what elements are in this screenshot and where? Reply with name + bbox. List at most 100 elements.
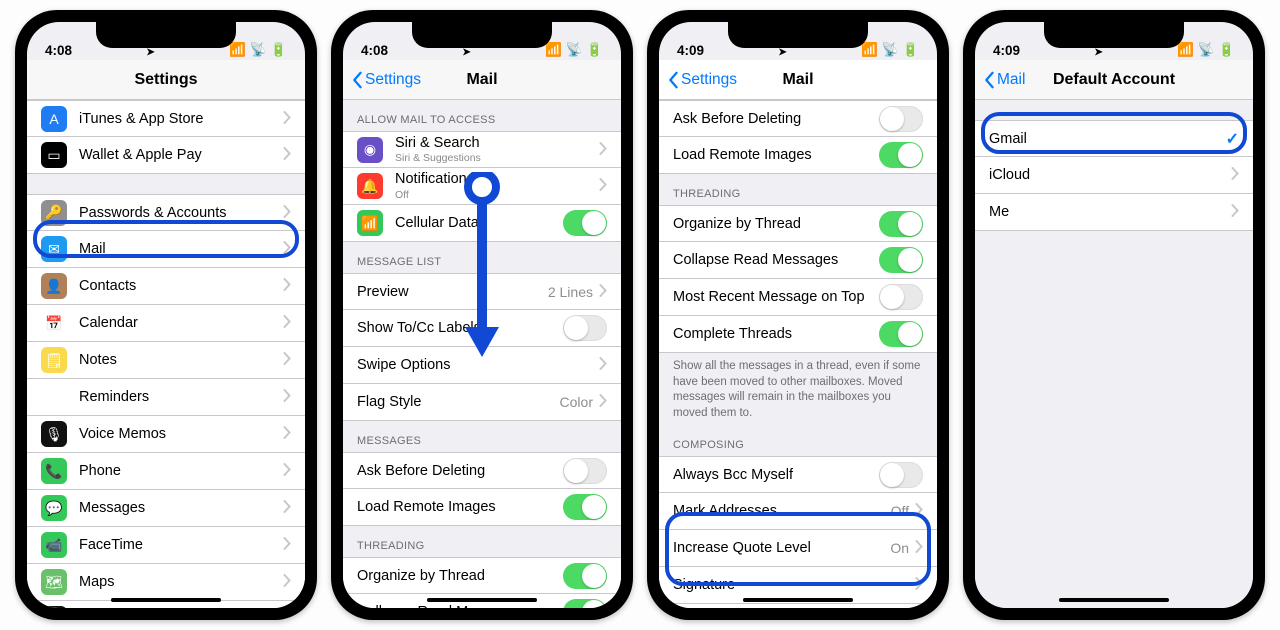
settings-cell[interactable]: Me xyxy=(975,194,1253,231)
settings-cell[interactable]: 🧭Compass xyxy=(27,601,305,608)
settings-cell[interactable]: Complete Threads xyxy=(659,316,937,353)
detail-text: On xyxy=(890,540,909,556)
app-icon: ◉ xyxy=(357,137,383,163)
back-button[interactable]: Settings xyxy=(667,71,737,89)
settings-cell[interactable]: Swipe Options xyxy=(343,347,621,384)
app-icon: 📅 xyxy=(41,310,67,336)
cell-label: Reminders xyxy=(79,389,277,405)
cell-sublabel: Off xyxy=(395,189,593,201)
settings-cell[interactable]: 📞Phone xyxy=(27,453,305,490)
toggle-switch[interactable] xyxy=(879,462,923,488)
settings-cell[interactable]: 📶Cellular Data xyxy=(343,205,621,242)
cell-label: Mark Addresses xyxy=(673,503,891,519)
settings-cell[interactable]: 💬Messages xyxy=(27,490,305,527)
mail-settings-list[interactable]: ALLOW MAIL TO ACCESS◉Siri & SearchSiri &… xyxy=(343,100,621,608)
settings-cell[interactable]: Flag StyleColor xyxy=(343,384,621,421)
home-indicator xyxy=(111,598,221,602)
settings-cell[interactable]: Mark AddressesOff xyxy=(659,493,937,530)
settings-cell[interactable]: 📹FaceTime xyxy=(27,527,305,564)
toggle-switch[interactable] xyxy=(563,315,607,341)
settings-cell[interactable]: Preview2 Lines xyxy=(343,273,621,310)
settings-cell[interactable]: Increase Quote LevelOn xyxy=(659,530,937,567)
settings-cell[interactable]: ✉Mail xyxy=(27,231,305,268)
cell-label: Load Remote Images xyxy=(673,147,879,163)
nav-title: Default Account xyxy=(1053,71,1175,89)
cell-label: Ask Before Deleting xyxy=(673,111,879,127)
settings-cell[interactable]: Load Remote Images xyxy=(343,489,621,526)
group-header: MESSAGE LIST xyxy=(343,242,621,273)
settings-cell[interactable]: 👤 Contacts xyxy=(27,268,305,305)
cell-label: Contacts xyxy=(79,278,277,294)
settings-cell[interactable]: 🗺Maps xyxy=(27,564,305,601)
back-button[interactable]: Settings xyxy=(351,71,421,89)
toggle-switch[interactable] xyxy=(879,321,923,347)
cell-label: Collapse Read Messages xyxy=(357,604,563,608)
settings-cell[interactable]: Gmail✓ xyxy=(975,120,1253,157)
cell-label: Swipe Options xyxy=(357,357,593,373)
back-button[interactable]: Mail xyxy=(983,71,1025,89)
settings-list[interactable]: AiTunes & App Store▭Wallet & Apple Pay 🔑P… xyxy=(27,100,305,608)
toggle-switch[interactable] xyxy=(879,106,923,132)
default-account-list[interactable]: Gmail✓iCloudMe xyxy=(975,100,1253,608)
app-icon: ✉ xyxy=(41,236,67,262)
status-time: 4:09 xyxy=(677,43,704,58)
status-time: 4:08 xyxy=(361,43,388,58)
toggle-switch[interactable] xyxy=(879,211,923,237)
cell-label: Flag Style xyxy=(357,394,560,410)
mail-settings-list-2[interactable]: Ask Before DeletingLoad Remote ImagesTHR… xyxy=(659,100,937,608)
chevron-right-icon xyxy=(593,282,607,302)
settings-cell[interactable]: ▭Wallet & Apple Pay xyxy=(27,137,305,174)
cell-label: Wallet & Apple Pay xyxy=(79,147,277,163)
chevron-right-icon xyxy=(277,313,291,333)
settings-cell[interactable]: Most Recent Message on Top xyxy=(659,279,937,316)
toggle-switch[interactable] xyxy=(563,563,607,589)
toggle-switch[interactable] xyxy=(879,247,923,273)
nav-bar: Settings Mail xyxy=(659,60,937,100)
settings-cell[interactable]: Collapse Read Messages xyxy=(659,242,937,279)
cell-sublabel: Siri & Suggestions xyxy=(395,152,593,164)
cell-label: Increase Quote Level xyxy=(673,540,890,556)
cell-label: iTunes & App Store xyxy=(79,111,277,127)
phone-2: 4:08➤ 📶 📡 🔋 Settings Mail ALLOW MAIL TO … xyxy=(331,10,633,620)
toggle-switch[interactable] xyxy=(879,284,923,310)
group-header: THREADING xyxy=(343,526,621,557)
chevron-right-icon xyxy=(277,535,291,555)
settings-cell[interactable]: Load Remote Images xyxy=(659,137,937,174)
cell-label: Organize by Thread xyxy=(357,568,563,584)
settings-cell[interactable]: Ask Before Deleting xyxy=(659,100,937,137)
toggle-switch[interactable] xyxy=(879,142,923,168)
settings-cell[interactable]: Organize by Thread xyxy=(659,205,937,242)
settings-cell[interactable]: iCloud xyxy=(975,157,1253,194)
settings-cell[interactable]: AiTunes & App Store xyxy=(27,100,305,137)
chevron-right-icon xyxy=(1225,202,1239,222)
settings-cell[interactable]: 🔔NotificationsOff xyxy=(343,168,621,205)
toggle-switch[interactable] xyxy=(563,458,607,484)
settings-cell[interactable]: 🎙Voice Memos xyxy=(27,416,305,453)
app-icon: 👤 xyxy=(41,273,67,299)
toggle-switch[interactable] xyxy=(563,599,607,608)
chevron-right-icon xyxy=(593,355,607,375)
home-indicator xyxy=(743,598,853,602)
status-right: 📶 📡 🔋 xyxy=(229,42,287,58)
chevron-right-icon xyxy=(277,145,291,165)
group-header: COMPOSING xyxy=(659,425,937,456)
settings-cell[interactable]: 🗒Notes xyxy=(27,342,305,379)
settings-cell[interactable]: Ask Before Deleting xyxy=(343,452,621,489)
cell-label: Gmail xyxy=(989,131,1226,147)
toggle-switch[interactable] xyxy=(563,210,607,236)
settings-cell[interactable]: ☑Reminders xyxy=(27,379,305,416)
settings-cell[interactable]: Show To/Cc Labels xyxy=(343,310,621,347)
chevron-right-icon xyxy=(277,572,291,592)
settings-cell[interactable]: 📅Calendar xyxy=(27,305,305,342)
app-icon: 🎙 xyxy=(41,421,67,447)
toggle-switch[interactable] xyxy=(563,494,607,520)
settings-cell[interactable]: ◉Siri & SearchSiri & Suggestions xyxy=(343,131,621,168)
app-icon: 🧭 xyxy=(41,606,67,608)
settings-cell[interactable]: Organize by Thread xyxy=(343,557,621,594)
home-indicator xyxy=(1059,598,1169,602)
settings-cell[interactable]: Always Bcc Myself xyxy=(659,456,937,493)
settings-cell[interactable]: 🔑Passwords & Accounts xyxy=(27,194,305,231)
cell-label: Organize by Thread xyxy=(673,216,879,232)
settings-cell[interactable]: Default AccountiCloud xyxy=(659,604,937,608)
nav-bar: Mail Default Account xyxy=(975,60,1253,100)
